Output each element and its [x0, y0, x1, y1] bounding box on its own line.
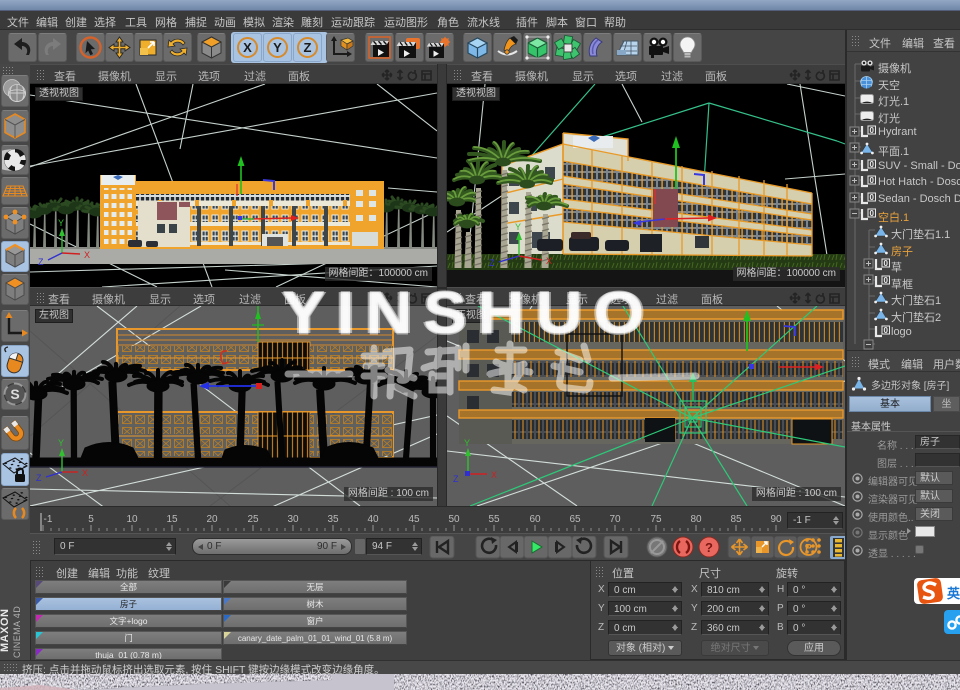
svg-text:Y: Y [273, 40, 282, 55]
svg-text:X: X [491, 470, 497, 480]
svg-text:0: 0 [883, 259, 888, 268]
svg-text:25: 25 [247, 514, 259, 525]
svg-text:0: 0 [869, 176, 874, 185]
svg-text:45: 45 [408, 514, 420, 525]
svg-text:-1: -1 [44, 514, 53, 525]
svg-text:S: S [10, 386, 19, 402]
svg-text:70: 70 [609, 514, 621, 525]
svg-text:75: 75 [650, 514, 662, 525]
svg-text:Z: Z [36, 473, 42, 483]
svg-text:Z: Z [304, 40, 312, 55]
svg-text:?: ? [705, 540, 713, 555]
svg-text:0: 0 [869, 193, 874, 202]
svg-text:Y: Y [515, 222, 521, 232]
svg-text:5: 5 [88, 514, 94, 525]
svg-text:40: 40 [367, 514, 379, 525]
svg-text:65: 65 [569, 514, 581, 525]
svg-text:Y: Y [58, 438, 64, 448]
svg-text:85: 85 [730, 514, 742, 525]
svg-text:15: 15 [166, 514, 178, 525]
svg-text:35: 35 [327, 514, 339, 525]
svg-text:80: 80 [690, 514, 702, 525]
svg-text:0: 0 [869, 160, 874, 169]
svg-text:X: X [243, 40, 252, 55]
svg-text:0: 0 [883, 326, 888, 335]
svg-text:0: 0 [869, 209, 874, 218]
svg-text:60: 60 [529, 514, 541, 525]
svg-text:0: 0 [869, 126, 874, 135]
svg-text:90: 90 [770, 514, 782, 525]
svg-text:30: 30 [287, 514, 299, 525]
svg-text:Z: Z [38, 257, 44, 267]
svg-text:X: X [546, 256, 552, 266]
svg-text:Y: Y [58, 218, 64, 228]
svg-text:55: 55 [488, 514, 500, 525]
svg-text:50: 50 [448, 514, 460, 525]
svg-text:0: 0 [883, 276, 888, 285]
svg-text:Y: Y [464, 438, 470, 448]
svg-text:20: 20 [206, 514, 218, 525]
svg-text:10: 10 [126, 514, 138, 525]
svg-text:X: X [82, 468, 88, 478]
svg-text:Z: Z [453, 474, 459, 484]
svg-text:X: X [84, 250, 90, 260]
svg-text:Z: Z [489, 258, 495, 268]
